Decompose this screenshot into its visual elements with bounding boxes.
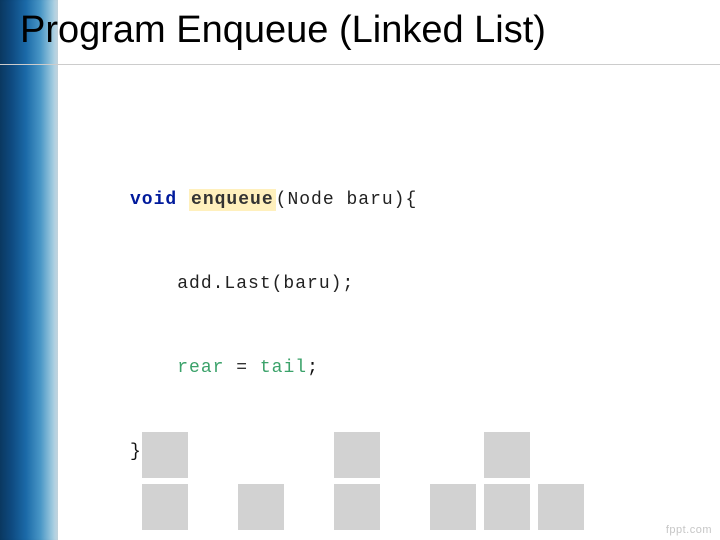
function-name: enqueue	[189, 189, 276, 211]
function-params: (Node baru){	[276, 190, 418, 210]
watermark: fppt.com	[666, 524, 712, 536]
sidebar-decor	[0, 0, 58, 540]
assign-op: =	[224, 358, 259, 378]
slide: Program Enqueue (Linked List) void enque…	[0, 0, 720, 540]
decor-square	[334, 484, 380, 530]
slide-title: Program Enqueue (Linked List)	[20, 10, 700, 52]
semicolon: ;	[307, 358, 319, 378]
call-addlast: add.Last(baru);	[177, 274, 354, 294]
bottom-decor	[58, 420, 720, 540]
decor-square	[238, 484, 284, 530]
code-line-3: rear = tail;	[130, 354, 417, 382]
decor-square	[142, 432, 188, 478]
keyword-void: void	[130, 190, 177, 210]
ident-tail: tail	[260, 358, 307, 378]
decor-square	[538, 484, 584, 530]
decor-square	[142, 484, 188, 530]
title-underline	[0, 64, 720, 65]
decor-square	[484, 432, 530, 478]
code-line-1: void enqueue(Node baru){	[130, 186, 417, 214]
decor-square	[430, 484, 476, 530]
decor-square	[484, 484, 530, 530]
code-line-2: add.Last(baru);	[130, 270, 417, 298]
decor-square	[334, 432, 380, 478]
ident-rear: rear	[177, 358, 224, 378]
